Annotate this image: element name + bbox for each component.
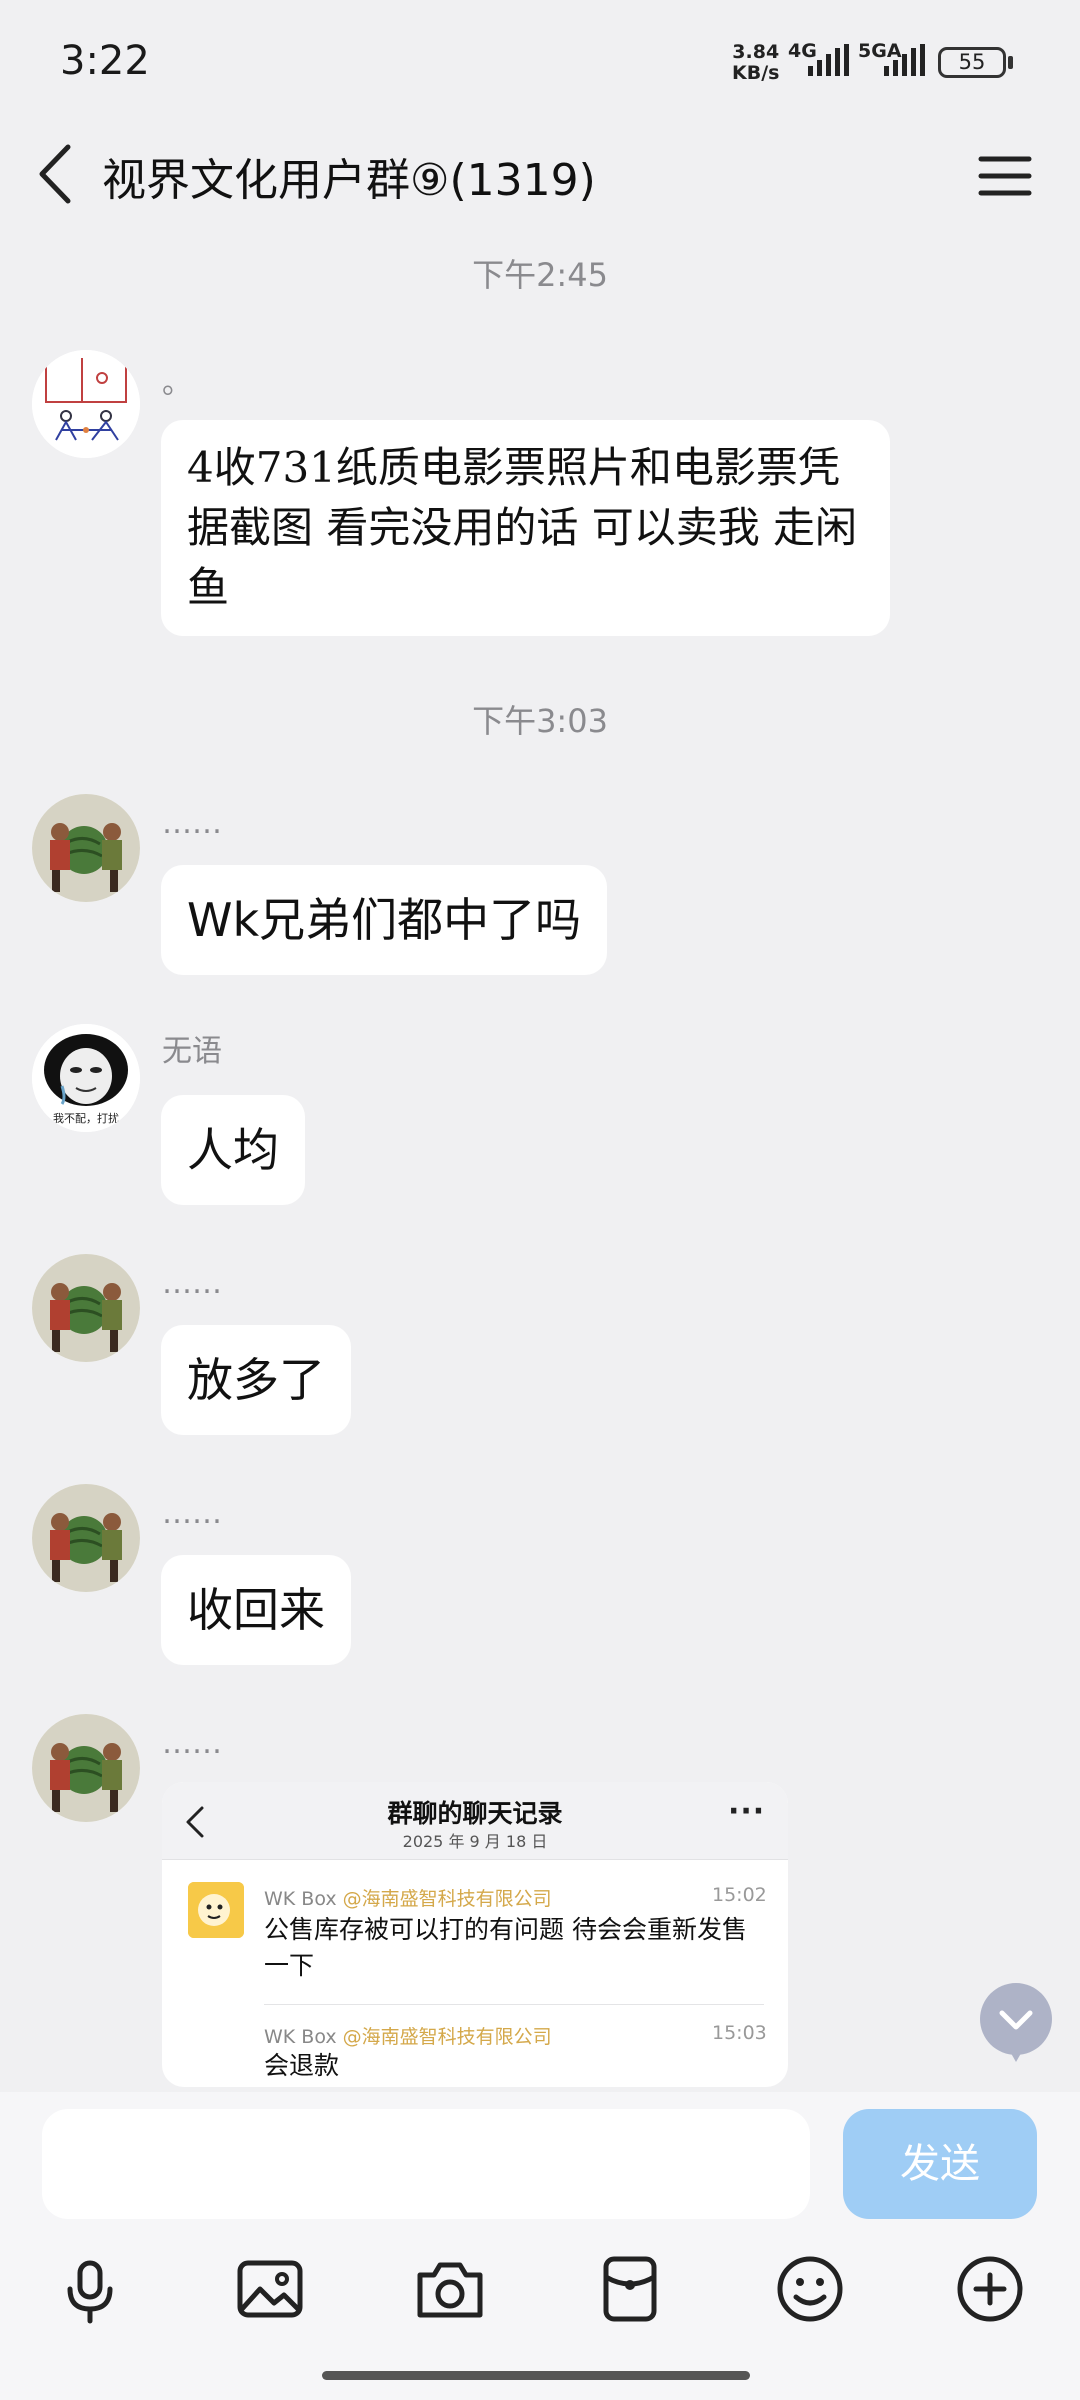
scroll-button-tail	[1008, 2048, 1024, 2062]
avatar[interactable]	[32, 794, 140, 902]
send-button[interactable]: 发送	[843, 2109, 1037, 2219]
forwarded-message-text: 会退款	[264, 2051, 340, 2080]
sender-name: ……	[162, 806, 222, 841]
signal-icon	[884, 44, 925, 76]
forwarded-message-text: 公售库存被可以打的有问题 待会会重新发售一下	[264, 1915, 747, 1980]
message-bubble[interactable]: Wk兄弟们都中了吗	[161, 865, 608, 975]
microphone-icon[interactable]	[50, 2249, 130, 2329]
image-icon[interactable]	[230, 2249, 310, 2329]
forwarded-sender-name: WK Box	[264, 1888, 337, 1910]
message-bubble[interactable]: 放多了	[161, 1325, 351, 1435]
menu-icon[interactable]	[978, 151, 1032, 201]
forwarded-message-time: 15:02	[712, 1884, 767, 1906]
forwarded-message-time: 15:03	[712, 2022, 767, 2044]
back-icon[interactable]	[36, 139, 76, 209]
forwarded-sender-org: @海南盛智科技有限公司	[342, 1888, 552, 1910]
avatar-caption: 我不配，打扰	[53, 1112, 119, 1125]
status-time: 3:22	[60, 38, 150, 84]
avatar[interactable]	[32, 1714, 140, 1822]
sender-name: ……	[162, 1726, 222, 1761]
forwarded-record-title: 群聊的聊天记录	[387, 1799, 563, 1828]
battery-icon: 55	[938, 47, 1006, 78]
chat-title: 视界文化用户群⑨(1319)	[102, 155, 596, 206]
avatar	[188, 1882, 244, 1938]
camera-icon[interactable]	[410, 2249, 490, 2329]
message-input[interactable]	[42, 2109, 810, 2219]
avatar[interactable]	[32, 1484, 140, 1592]
red-packet-icon[interactable]	[590, 2249, 670, 2329]
scroll-to-bottom-button[interactable]	[980, 1983, 1052, 2055]
forwarded-chat-record-card[interactable]: 群聊的聊天记录 2025 年 9 月 18 日 ··· WK Box @海南盛智…	[162, 1782, 788, 2087]
network-speed-value: 3.84	[732, 41, 780, 63]
forwarded-sender-org: @海南盛智科技有限公司	[342, 2026, 552, 2048]
forwarded-sender: WK Box @海南盛智科技有限公司	[264, 1884, 552, 1911]
message-bubble[interactable]: 收回来	[161, 1555, 351, 1665]
input-area: 发送	[0, 2092, 1080, 2400]
avatar[interactable]	[32, 350, 140, 458]
forwarded-record-header: 群聊的聊天记录 2025 年 9 月 18 日 ···	[162, 1782, 788, 1860]
sender-name: 。	[162, 366, 192, 401]
signal-icon	[808, 44, 849, 76]
chevron-down-icon	[999, 2010, 1033, 2030]
home-indicator[interactable]	[322, 2371, 750, 2380]
chat-header: 视界文化用户群⑨(1319)	[0, 125, 1080, 235]
battery-tip	[1008, 56, 1013, 69]
timestamp: 下午3:03	[472, 702, 608, 740]
plus-icon[interactable]	[950, 2249, 1030, 2329]
avatar[interactable]	[32, 1254, 140, 1362]
emoji-icon[interactable]	[770, 2249, 850, 2329]
message-bubble[interactable]: 人均	[161, 1095, 305, 1205]
message-bubble[interactable]: 4收731纸质电影票照片和电影票凭据截图 看完没用的话 可以卖我 走闲鱼	[161, 420, 890, 636]
forwarded-record-date: 2025 年 9 月 18 日	[402, 1832, 548, 1851]
forwarded-sender-name: WK Box	[264, 2026, 337, 2048]
timestamp: 下午2:45	[472, 256, 608, 294]
forwarded-sender: WK Box @海南盛智科技有限公司	[264, 2022, 552, 2049]
sender-name: ……	[162, 1266, 222, 1301]
divider	[264, 2004, 764, 2005]
status-bar: 3:22 3.84 KB/s 4G 5GA 55	[0, 0, 1080, 125]
sender-name: ……	[162, 1496, 222, 1531]
avatar[interactable]: 我不配，打扰	[32, 1024, 140, 1132]
network-speed-unit: KB/s	[732, 62, 780, 84]
more-icon: ···	[728, 1794, 766, 1829]
sender-name: 无语	[162, 1034, 222, 1069]
network-speed: 3.84 KB/s	[732, 42, 779, 84]
